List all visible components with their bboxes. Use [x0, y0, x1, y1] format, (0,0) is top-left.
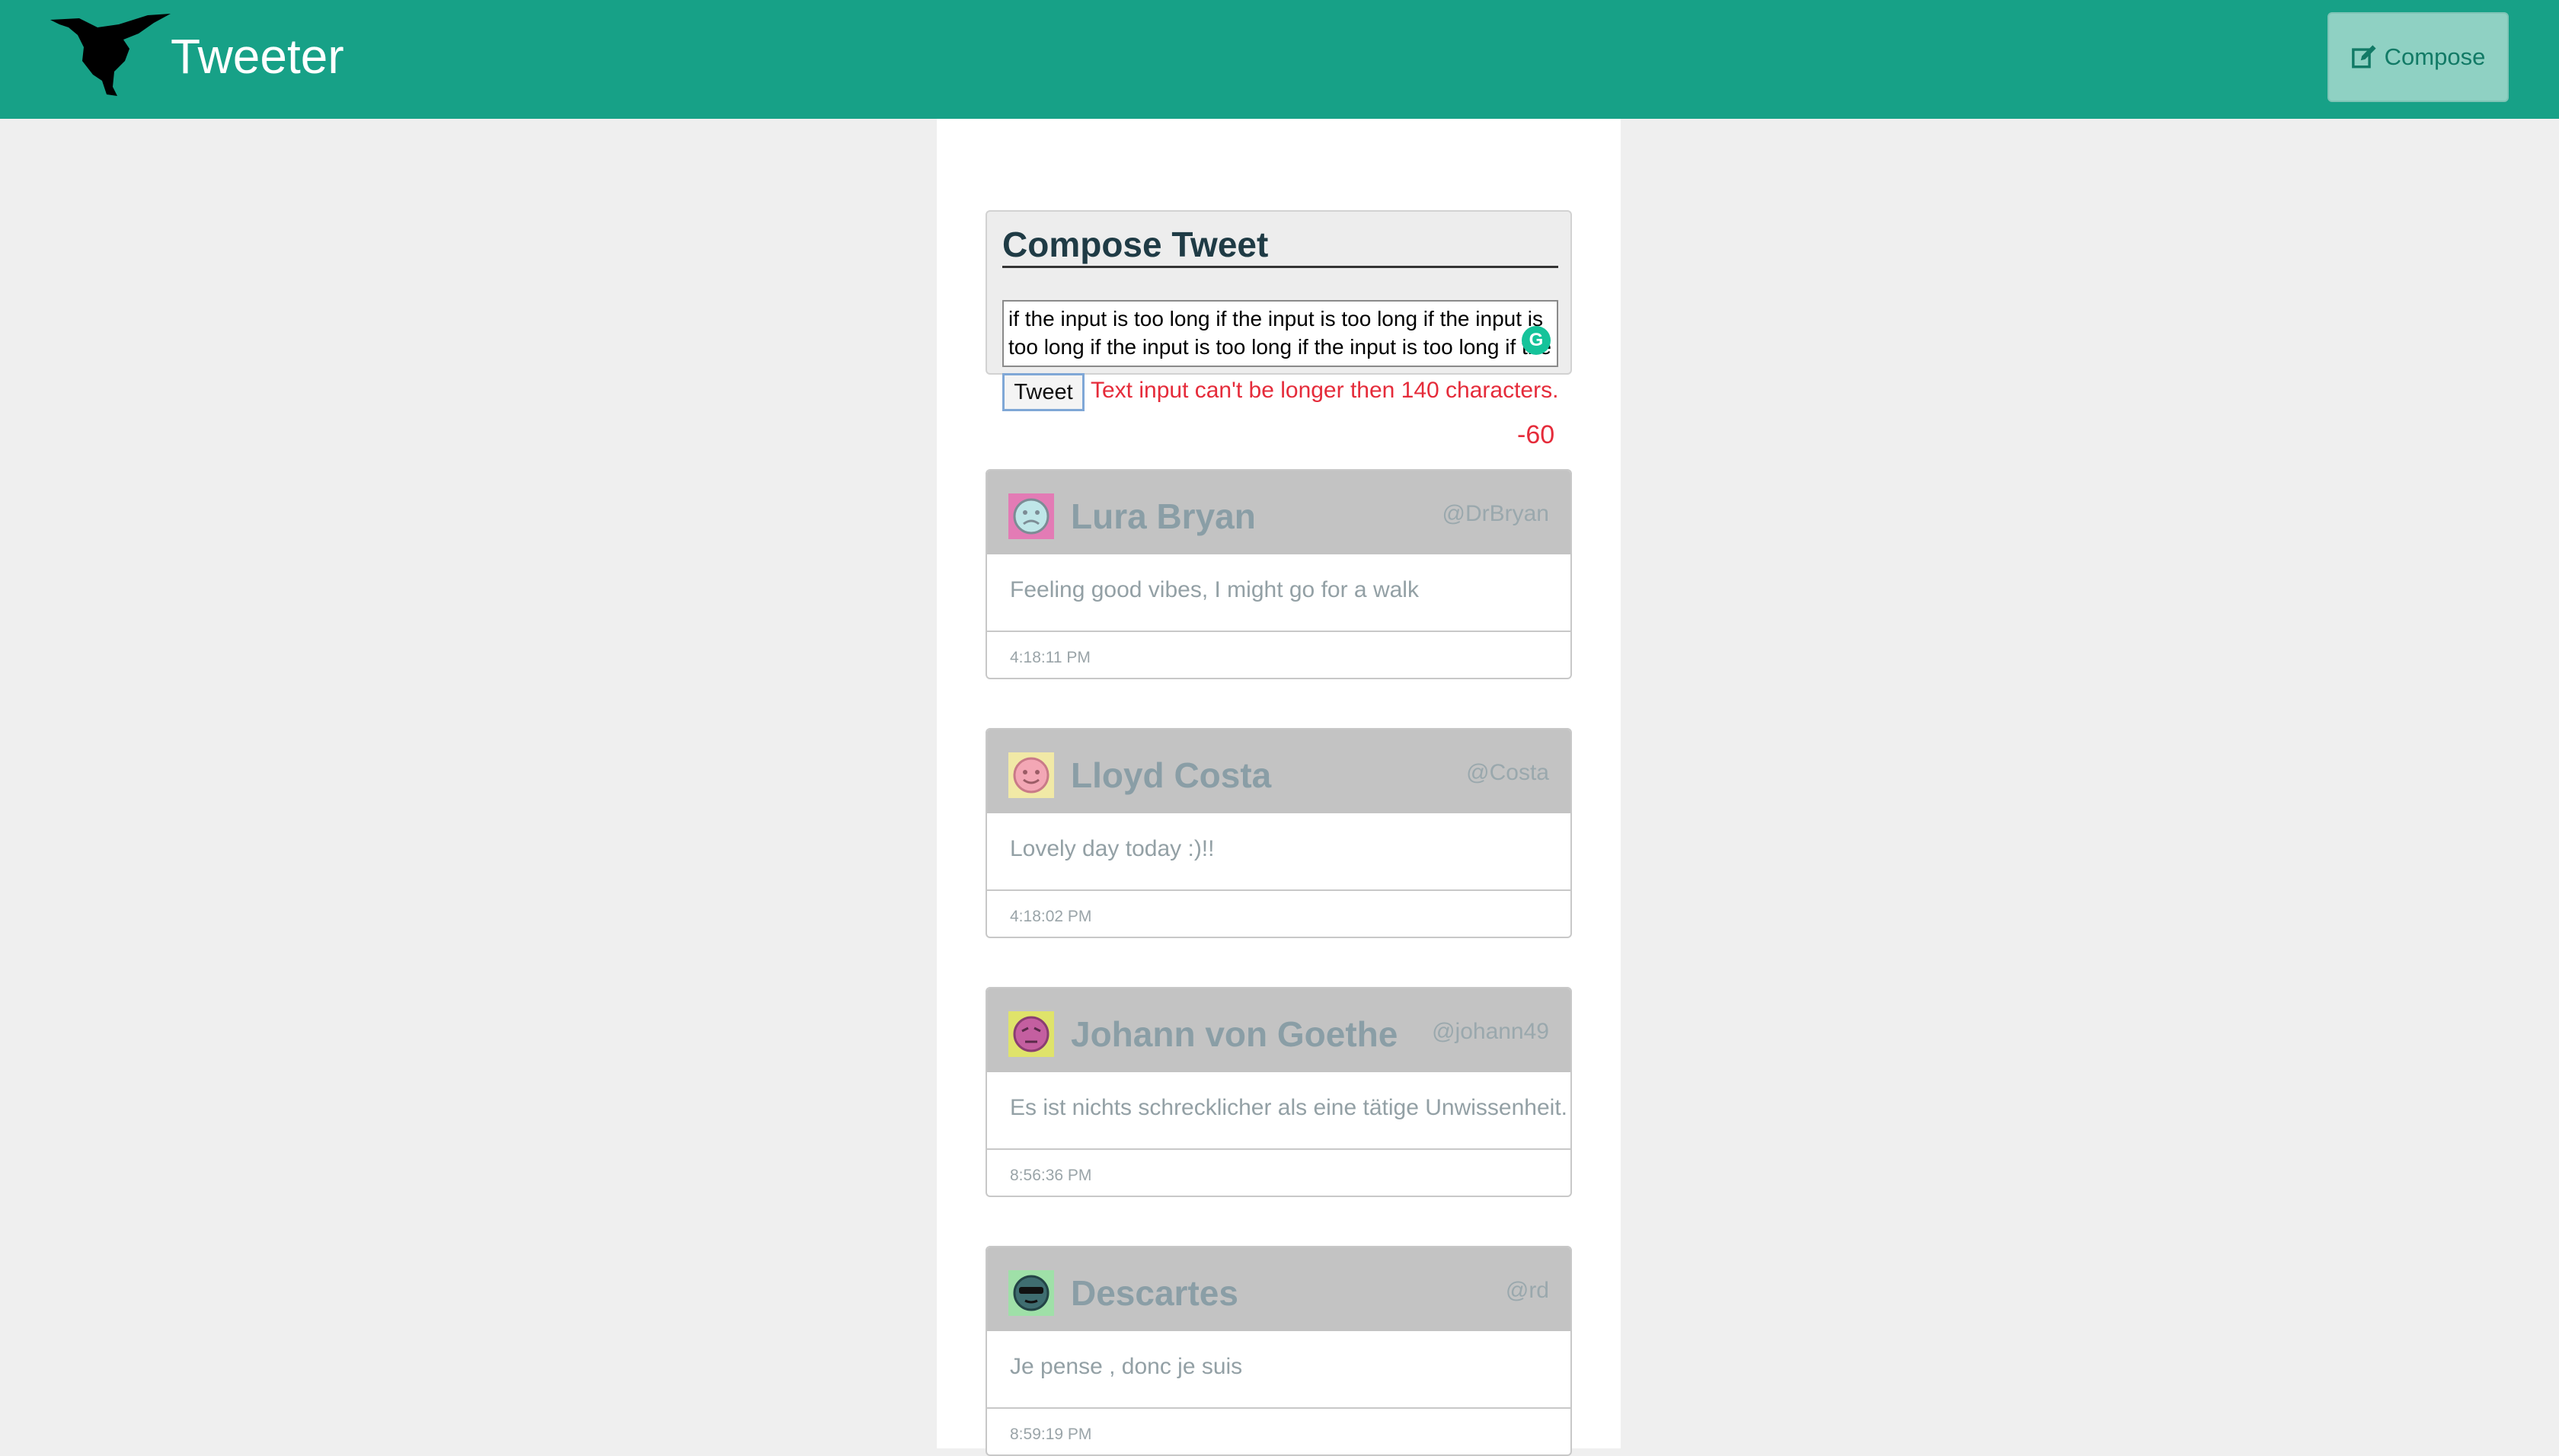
tweet-body: Feeling good vibes, I might go for a wal…: [987, 554, 1570, 632]
tweet-author-name: Lloyd Costa: [1071, 755, 1272, 795]
tweet-header: Lura Bryan @DrBryan: [987, 471, 1570, 554]
tweet-timestamp: 8:59:19 PM: [1010, 1426, 1092, 1443]
tweet-timestamp: 4:18:11 PM: [1010, 649, 1091, 666]
tweet-author-name: Lura Bryan: [1071, 497, 1256, 536]
avatar-icon: [1008, 1270, 1054, 1316]
top-nav: Tweeter Compose: [0, 0, 2559, 119]
tweet-input[interactable]: if the input is too long if the input is…: [1002, 300, 1558, 367]
tweet-author-handle[interactable]: @rd: [1506, 1278, 1549, 1304]
tweet-author-handle[interactable]: @johann49: [1432, 1019, 1549, 1045]
tweet-text: Lovely day today :)!!: [1010, 836, 1215, 861]
tweet-timestamp: 4:18:02 PM: [1010, 908, 1092, 925]
tweet-author-handle[interactable]: @Costa: [1466, 760, 1549, 786]
tweet-timestamp: 8:56:36 PM: [1010, 1167, 1092, 1184]
tweet-body: Es ist nichts schrecklicher als eine tät…: [987, 1072, 1570, 1150]
tweet-text: Feeling good vibes, I might go for a wal…: [1010, 577, 1419, 602]
tweet-author-name: Descartes: [1071, 1273, 1238, 1313]
tweet-author-handle[interactable]: @DrBryan: [1442, 501, 1549, 527]
compose-button[interactable]: Compose: [2327, 12, 2509, 102]
tweet-card: Johann von Goethe @johann49 Es ist nicht…: [986, 987, 1572, 1197]
compose-tweet-panel: Compose Tweet if the input is too long i…: [986, 210, 1572, 411]
hummingbird-logo-icon: [50, 14, 171, 96]
tweet-author-name: Johann von Goethe: [1071, 1014, 1398, 1054]
tweet-card: Lloyd Costa @Costa Lovely day today :)!!…: [986, 728, 1572, 938]
tweet-body: Lovely day today :)!!: [987, 813, 1570, 891]
avatar-icon: [1008, 1011, 1054, 1057]
tweet-card: Lura Bryan @DrBryan Feeling good vibes, …: [986, 469, 1572, 679]
avatar-icon: [1008, 493, 1054, 539]
tweet-header: Descartes @rd: [987, 1247, 1570, 1331]
edit-icon: [2351, 45, 2376, 69]
tweet-text: Je pense , donc je suis: [1010, 1354, 1243, 1379]
tweet-body: Je pense , donc je suis: [987, 1331, 1570, 1409]
tweet-header: Johann von Goethe @johann49: [987, 988, 1570, 1072]
grammarly-icon[interactable]: G: [1522, 326, 1551, 355]
error-message: Text input can't be longer then 140 char…: [1091, 378, 1559, 403]
character-counter: -60: [1517, 420, 1555, 449]
brand-title: Tweeter: [171, 29, 344, 84]
compose-title: Compose Tweet: [1002, 225, 1558, 268]
tweet-text: Es ist nichts schrecklicher als eine tät…: [1010, 1095, 1567, 1120]
tweet-header: Lloyd Costa @Costa: [987, 730, 1570, 813]
tweet-button[interactable]: Tweet: [1002, 373, 1085, 411]
tweet-card: Descartes @rd Je pense , donc je suis 8:…: [986, 1246, 1572, 1456]
avatar-icon: [1008, 752, 1054, 798]
main-column: Compose Tweet if the input is too long i…: [937, 119, 1621, 1456]
compose-button-label: Compose: [2384, 43, 2486, 70]
